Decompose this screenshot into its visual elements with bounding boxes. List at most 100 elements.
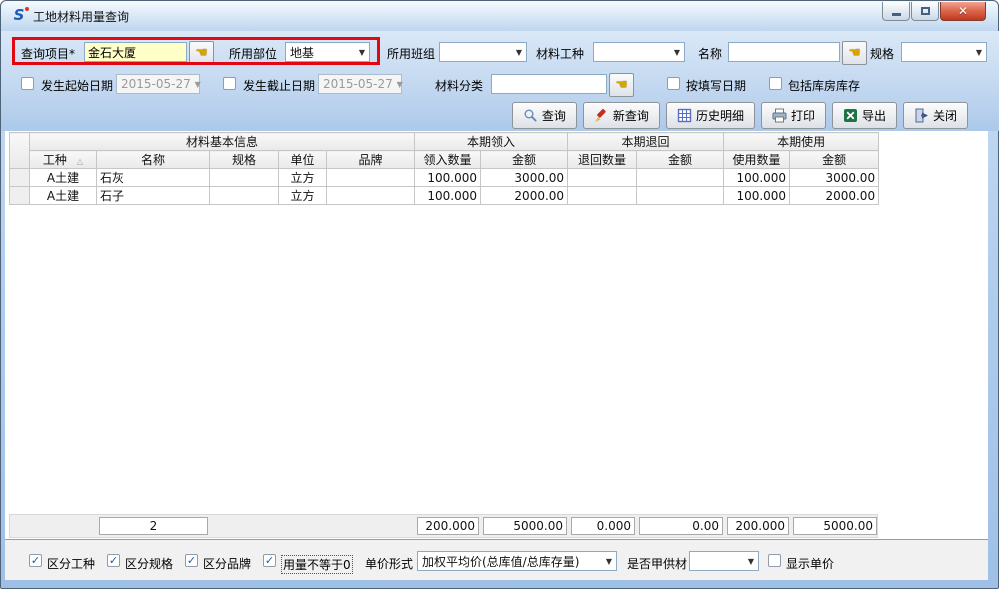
table-row[interactable]: A土建 石灰 立方 100.000 3000.00 100.000 3000.0… — [10, 169, 879, 187]
group-header-row: 材料基本信息 本期领入 本期退回 本期使用 — [10, 133, 879, 151]
split-brand-label: 区分品牌 — [203, 555, 251, 572]
hand-pointer-icon: ☚ — [615, 78, 628, 92]
summary-received-qty: 200.000 — [417, 517, 479, 535]
name-label: 名称 — [698, 45, 722, 62]
toolbar: 查询 新查询 历史明细 打印 导出 关闭 — [1, 102, 968, 127]
app-logo-icon: S — [10, 6, 28, 24]
grid-table-icon — [677, 108, 692, 123]
material-category-input[interactable] — [491, 74, 607, 94]
row-selector-header — [10, 133, 30, 169]
end-date-checkbox[interactable] — [223, 77, 236, 90]
exit-door-icon — [914, 108, 929, 123]
excel-icon — [843, 108, 858, 123]
price-form-label: 单价形式 — [365, 555, 413, 572]
chevron-down-icon: ▼ — [191, 80, 205, 89]
by-fill-date-checkbox[interactable] — [667, 77, 680, 90]
sort-ascending-icon: △ — [77, 157, 83, 166]
col-header-spec[interactable]: 规格 — [210, 151, 279, 169]
category-picker-button[interactable]: ☚ — [609, 73, 634, 97]
spec-select[interactable]: ▼ — [901, 42, 987, 62]
chevron-down-icon: ▼ — [393, 80, 407, 89]
name-picker-button[interactable]: ☚ — [842, 41, 867, 65]
price-form-select[interactable]: 加权平均价(总库值/总库存量) ▼ — [417, 551, 617, 571]
minimize-icon — [892, 13, 901, 16]
col-header-brand[interactable]: 品牌 — [327, 151, 415, 169]
chevron-down-icon: ▼ — [972, 48, 986, 57]
project-input[interactable] — [84, 42, 187, 62]
summary-row-count: 2 — [99, 517, 208, 535]
spec-label: 规格 — [870, 45, 894, 62]
include-stock-checkbox[interactable] — [769, 77, 782, 90]
hand-pointer-icon: ☚ — [195, 46, 208, 60]
group-basic-info: 材料基本信息 — [30, 133, 415, 151]
split-spec-checkbox[interactable] — [107, 554, 120, 567]
app-window: S 工地材料用量查询 ✕ 查询项目* ☚ 所用部位 地基 ▼ 所用班组 ▼ 材料… — [0, 0, 999, 589]
grid-area: 材料基本信息 本期领入 本期退回 本期使用 工种△ 名称 规格 单位 品牌 领入… — [5, 131, 988, 580]
col-header-use-amt[interactable]: 金额 — [790, 151, 879, 169]
by-fill-date-label: 按填写日期 — [686, 77, 746, 94]
owner-supplied-select[interactable]: ▼ — [689, 551, 759, 571]
row-selector[interactable] — [10, 169, 30, 187]
col-header-recv-qty[interactable]: 领入数量 — [415, 151, 481, 169]
project-label: 查询项目* — [21, 45, 75, 62]
close-window-button[interactable]: 关闭 — [903, 102, 968, 129]
close-button[interactable]: ✕ — [940, 2, 986, 21]
group-returned: 本期退回 — [568, 133, 724, 151]
start-date-picker[interactable]: 2015-05-27 ▼ — [116, 74, 200, 94]
show-unit-price-label: 显示单价 — [786, 555, 834, 572]
name-input[interactable] — [728, 42, 840, 62]
col-header-use-qty[interactable]: 使用数量 — [724, 151, 790, 169]
export-button[interactable]: 导出 — [832, 102, 897, 129]
summary-used-qty: 200.000 — [727, 517, 789, 535]
split-brand-checkbox[interactable] — [185, 554, 198, 567]
start-date-checkbox[interactable] — [21, 77, 34, 90]
history-detail-button[interactable]: 历史明细 — [666, 102, 755, 129]
part-label: 所用部位 — [229, 45, 277, 62]
minimize-button[interactable] — [882, 2, 910, 21]
col-header-name[interactable]: 名称 — [97, 151, 210, 169]
col-header-unit[interactable]: 单位 — [279, 151, 327, 169]
col-header-ret-qty[interactable]: 退回数量 — [568, 151, 637, 169]
new-search-button[interactable]: 新查询 — [583, 102, 660, 129]
team-select[interactable]: ▼ — [439, 42, 527, 62]
chevron-down-icon: ▼ — [355, 48, 369, 57]
summary-returned-amount: 0.00 — [639, 517, 723, 535]
search-button[interactable]: 查询 — [512, 102, 577, 129]
chevron-down-icon: ▼ — [512, 48, 526, 57]
print-button[interactable]: 打印 — [761, 102, 826, 129]
show-unit-price-checkbox[interactable] — [768, 554, 781, 567]
end-date-label: 发生截止日期 — [243, 77, 315, 94]
summary-used-amount: 5000.00 — [793, 517, 877, 535]
table-row[interactable]: A土建 石子 立方 100.000 2000.00 100.000 2000.0… — [10, 187, 879, 205]
search-icon — [523, 108, 538, 123]
usage-nonzero-label: 用量不等于0 — [281, 555, 353, 574]
col-header-recv-amt[interactable]: 金额 — [481, 151, 568, 169]
row-selector[interactable] — [10, 187, 30, 205]
printer-icon — [772, 108, 787, 123]
usage-nonzero-checkbox[interactable] — [263, 554, 276, 567]
summary-received-amount: 5000.00 — [483, 517, 567, 535]
split-spec-label: 区分规格 — [125, 555, 173, 572]
material-trade-select[interactable]: ▼ — [593, 42, 685, 62]
chevron-down-icon: ▼ — [670, 48, 684, 57]
col-header-trade[interactable]: 工种△ — [30, 151, 97, 169]
material-trade-label: 材料工种 — [536, 45, 584, 62]
close-icon: ✕ — [958, 4, 968, 18]
maximize-button[interactable] — [911, 2, 939, 21]
title-bar[interactable]: S 工地材料用量查询 ✕ — [1, 1, 998, 32]
start-date-label: 发生起始日期 — [41, 77, 113, 94]
include-stock-label: 包括库房库存 — [788, 77, 860, 94]
end-date-picker[interactable]: 2015-05-27 ▼ — [318, 74, 402, 94]
chevron-down-icon: ▼ — [744, 557, 758, 566]
material-category-label: 材料分类 — [435, 77, 483, 94]
col-header-ret-amt[interactable]: 金额 — [637, 151, 724, 169]
split-trade-label: 区分工种 — [47, 555, 95, 572]
part-select[interactable]: 地基 ▼ — [285, 42, 370, 62]
brush-icon — [594, 108, 609, 123]
project-picker-button[interactable]: ☚ — [189, 41, 214, 65]
split-trade-checkbox[interactable] — [29, 554, 42, 567]
column-header-row: 工种△ 名称 规格 单位 品牌 领入数量 金额 退回数量 金额 使用数量 金额 — [10, 151, 879, 169]
group-used: 本期使用 — [724, 133, 879, 151]
summary-bar: 2 200.000 5000.00 0.000 0.00 200.000 500… — [9, 514, 878, 538]
chevron-down-icon: ▼ — [602, 557, 616, 566]
